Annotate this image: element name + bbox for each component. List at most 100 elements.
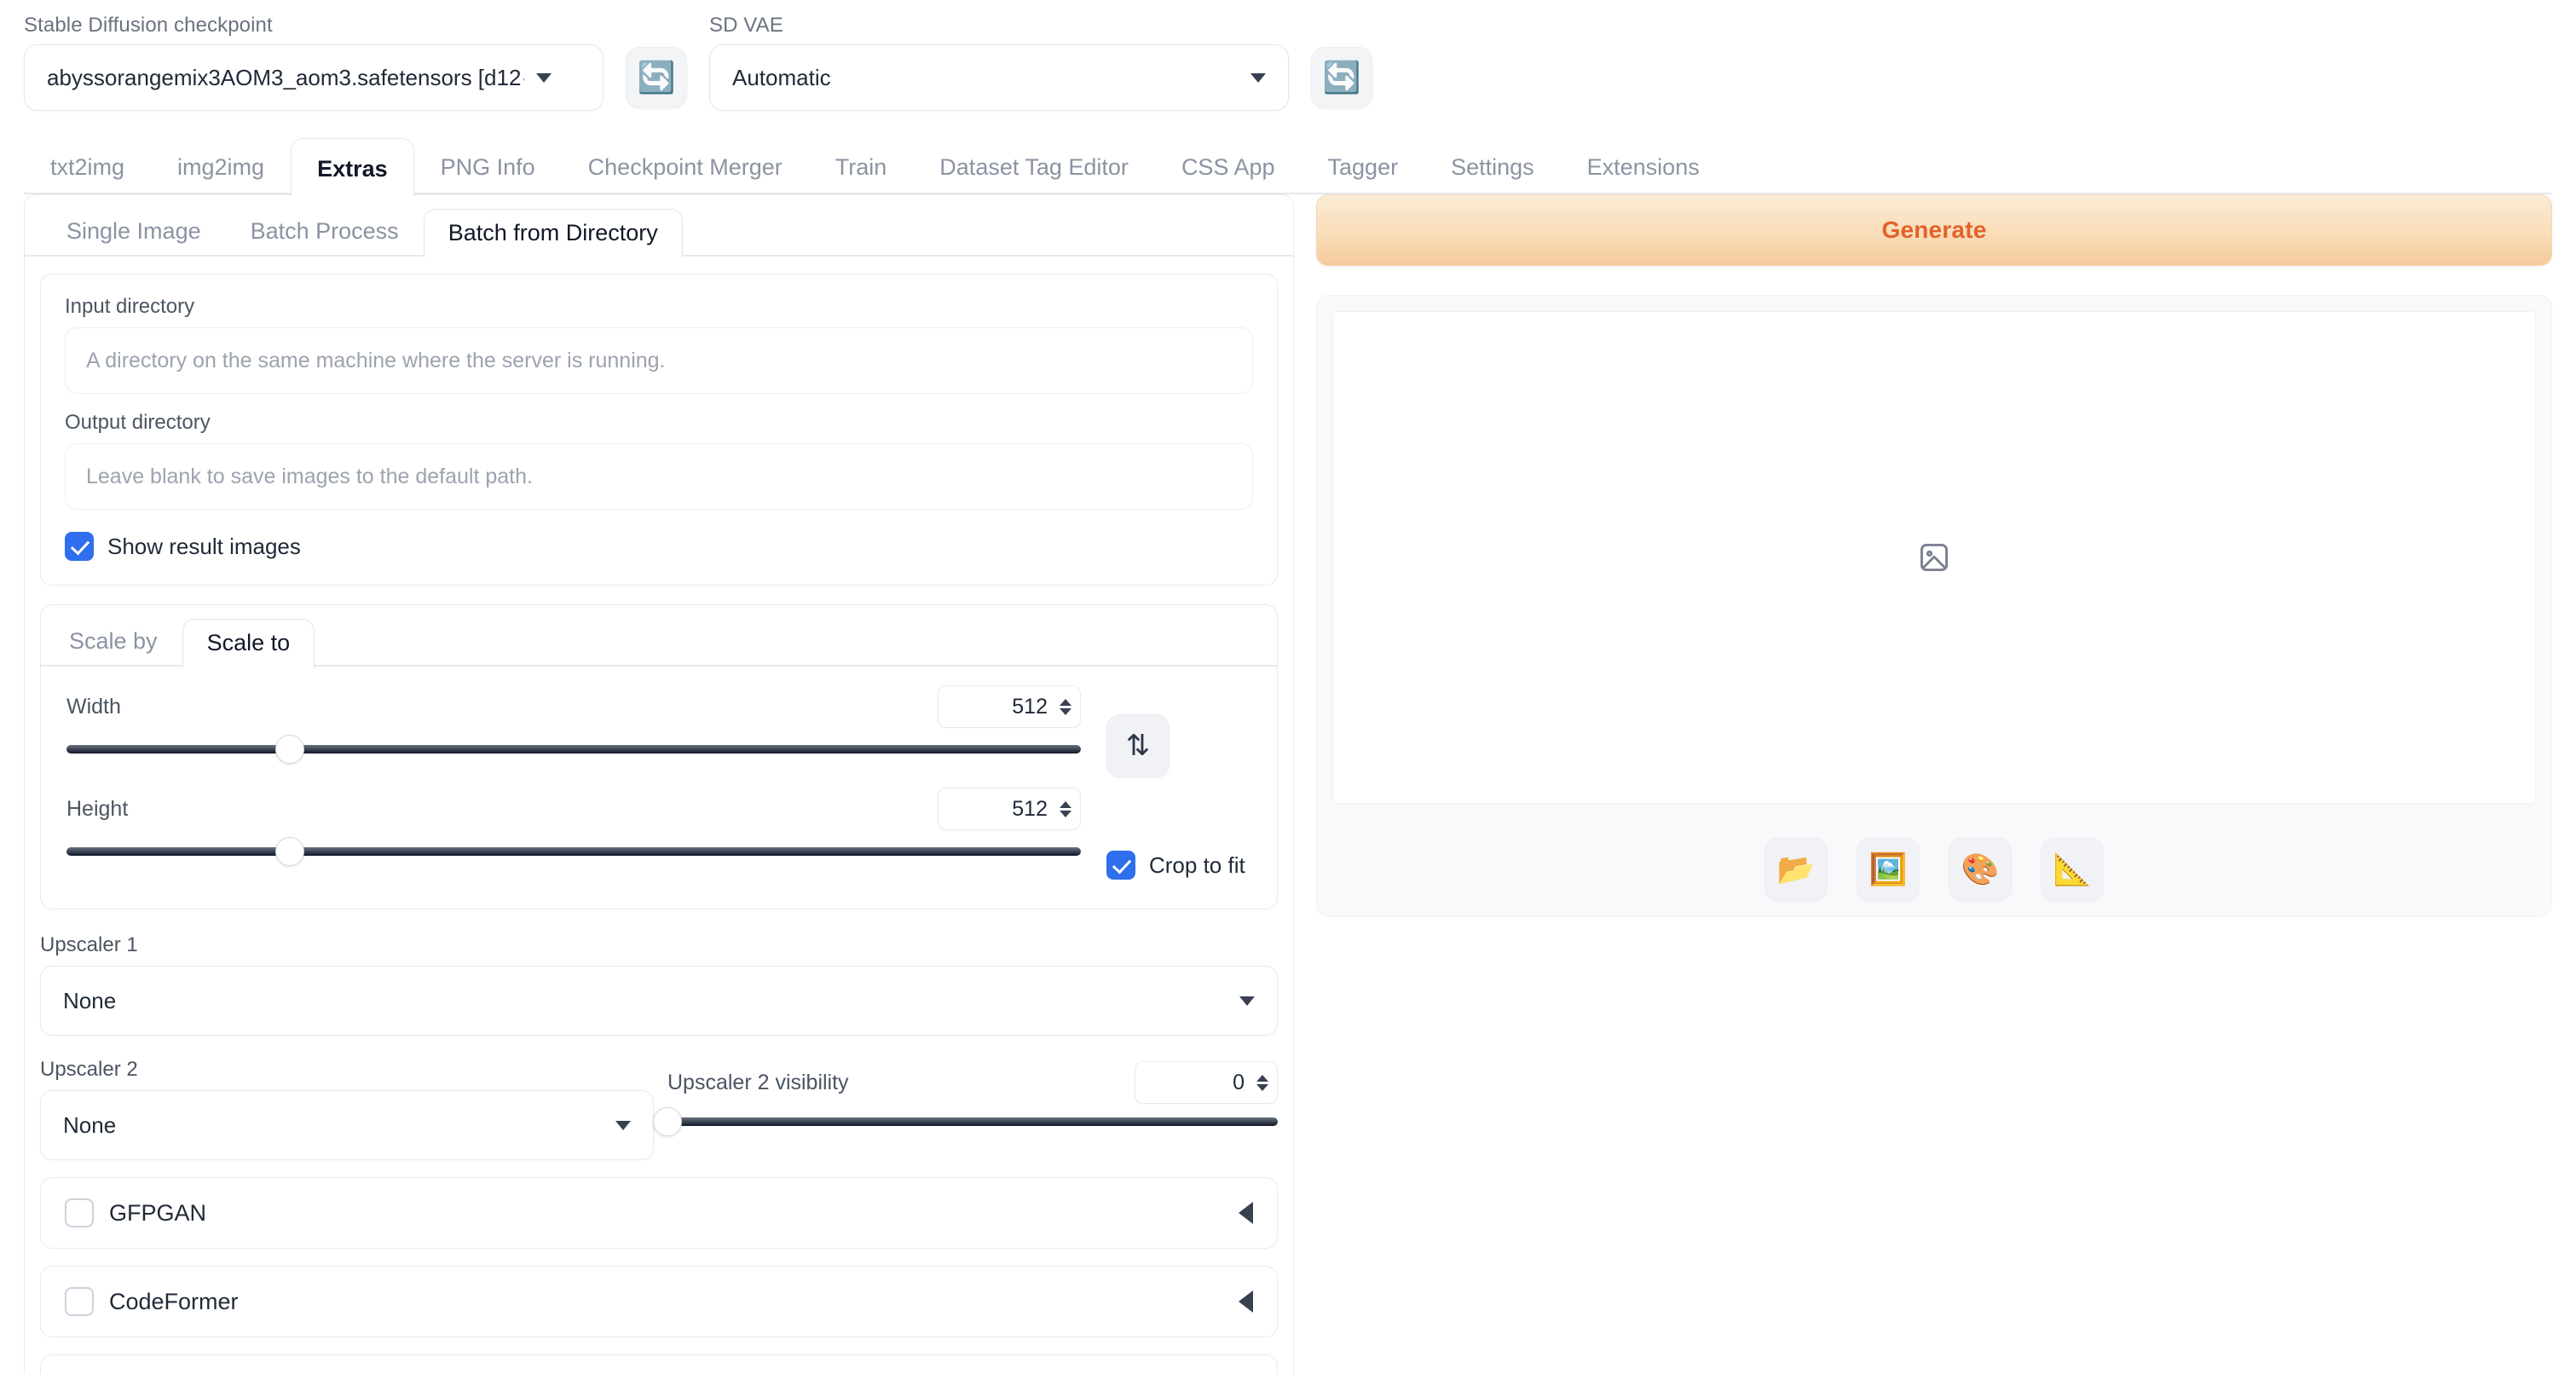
open-folder-icon: 📂 [1776,852,1816,886]
result-action-buttons: 📂 🖼️ 🎨 📐 [1332,804,2536,901]
main-tab-bar: txt2img img2img Extras PNG Info Checkpoi… [0,130,2576,196]
upscaler-2-visibility-slider-handle[interactable] [653,1107,682,1136]
upscaler-2-dropdown[interactable]: None [40,1090,654,1160]
send-to-palette-button[interactable]: 🎨 [1949,838,2012,901]
extras-panel: Single Image Batch Process Batch from Di… [24,194,1294,1374]
result-canvas[interactable] [1332,311,2536,804]
dimension-sliders: Width 512 Height 512 [66,682,1081,866]
open-folder-button[interactable]: 📂 [1765,838,1828,901]
caret-up-icon [1060,800,1071,808]
show-result-images-checkbox[interactable] [65,532,94,561]
height-label: Height [66,796,129,821]
gfpgan-checkbox[interactable] [65,1198,94,1227]
gfpgan-accordion[interactable]: GFPGAN [40,1177,1278,1249]
auto-focal-point-crop-accordion[interactable]: Auto focal point crop Focal point face w… [40,1354,1278,1374]
width-stepper[interactable] [1060,698,1071,715]
checkpoint-dropdown[interactable]: abyssorangemix3AOM3_aom3.safetensors [d1… [24,44,604,111]
refresh-checkpoint-button[interactable]: 🔄 [626,47,687,108]
input-directory-placeholder: A directory on the same machine where th… [86,348,666,372]
output-directory-placeholder: Leave blank to save images to the defaul… [86,464,533,488]
vae-value: Automatic [732,64,831,90]
chevron-left-icon[interactable] [1239,1290,1253,1313]
upscaler-2-visibility-field: Upscaler 2 visibility 0 [653,1059,1278,1136]
subtab-batch-from-directory[interactable]: Batch from Directory [423,208,683,258]
palette-icon: 🎨 [1961,852,2000,886]
upscaler-2-visibility-label: Upscaler 2 visibility [667,1070,849,1094]
tab-txt2img[interactable]: txt2img [24,141,151,194]
crop-to-fit-checkbox[interactable] [1106,851,1135,880]
height-stepper[interactable] [1060,800,1071,817]
caret-up-icon [1060,698,1071,706]
generate-button-label: Generate [1881,216,1987,243]
input-directory-input[interactable]: A directory on the same machine where th… [65,327,1253,394]
width-slider[interactable] [66,735,1081,764]
scale-tab-bar: Scale by Scale to [41,605,1277,668]
width-slider-handle[interactable] [274,735,304,764]
show-result-images-row[interactable]: Show result images [65,532,1253,561]
top-bar: Stable Diffusion checkpoint abyssorangem… [0,0,2576,111]
checkpoint-label: Stable Diffusion checkpoint [24,14,273,37]
result-gallery: 📂 🖼️ 🎨 📐 [1316,295,2552,917]
right-column: Generate 📂 🖼️ 🎨 📐 [1316,194,2552,1374]
tab-train[interactable]: Train [809,141,914,194]
upscaler-2-visibility-row: Upscaler 2 visibility 0 [667,1059,1278,1106]
crop-to-fit-row[interactable]: Crop to fit [1106,851,1251,880]
upscaler-1-dropdown[interactable]: None [40,966,1278,1036]
upscaler-2-visibility-number-input[interactable]: 0 [1135,1061,1278,1104]
chevron-down-icon [1250,72,1266,83]
subtab-single-image[interactable]: Single Image [42,207,226,257]
codeformer-accordion[interactable]: CodeFormer [40,1266,1278,1337]
refresh-icon: 🔄 [1322,60,1361,95]
send-to-extras-button[interactable]: 📐 [2041,838,2104,901]
width-value: 512 [1012,694,1048,719]
crop-to-fit-label: Crop to fit [1149,852,1245,878]
subtab-batch-process[interactable]: Batch Process [226,207,424,257]
subtab-scale-to[interactable]: Scale to [182,618,315,668]
swap-dimensions-button[interactable]: ⇅ [1106,714,1170,777]
tab-css-app[interactable]: CSS App [1155,141,1302,194]
upscaler-2-row: Upscaler 2 None Upscaler 2 visibility 0 [40,1059,1278,1160]
output-directory-label: Output directory [65,411,211,434]
upscaler-2-visibility-slider[interactable] [653,1107,1278,1136]
swap-arrows-icon: ⇅ [1125,730,1151,762]
upscaler-2-value: None [63,1111,117,1138]
tab-tagger[interactable]: Tagger [1302,141,1425,194]
height-number-input[interactable]: 512 [938,788,1081,830]
vae-dropdown[interactable]: Automatic [709,44,1289,111]
triangular-ruler-icon: 📐 [2053,852,2092,886]
tab-png-info[interactable]: PNG Info [414,141,562,194]
tab-img2img[interactable]: img2img [151,141,291,194]
caret-down-icon [1256,1083,1268,1091]
caret-up-icon [1256,1074,1268,1082]
upscaler-2-visibility-stepper[interactable] [1256,1074,1268,1091]
generate-button[interactable]: Generate [1316,194,2552,266]
framed-picture-icon: 🖼️ [1868,852,1908,886]
subtab-scale-by[interactable]: Scale by [44,617,182,667]
app-root: Stable Diffusion checkpoint abyssorangem… [0,0,2576,1374]
width-number-input[interactable]: 512 [938,685,1081,728]
input-directory-label: Input directory [65,295,195,318]
tab-dataset-tag-editor[interactable]: Dataset Tag Editor [913,141,1155,194]
chevron-left-icon[interactable] [1239,1202,1253,1224]
tab-extras[interactable]: Extras [291,137,414,196]
upscaler-2-label: Upscaler 2 [40,1058,138,1081]
height-slider-handle[interactable] [274,837,304,866]
save-image-button[interactable]: 🖼️ [1857,838,1920,901]
refresh-icon: 🔄 [637,60,676,95]
upscaler-1-label: Upscaler 1 [40,933,138,956]
caret-down-icon [1060,707,1071,715]
caret-down-icon [1060,810,1071,817]
codeformer-checkbox[interactable] [65,1287,94,1316]
vae-label: SD VAE [709,14,783,37]
output-directory-input[interactable]: Leave blank to save images to the defaul… [65,443,1253,510]
refresh-vae-button[interactable]: 🔄 [1311,47,1372,108]
tab-checkpoint-merger[interactable]: Checkpoint Merger [562,141,809,194]
upscaler-1-value: None [63,987,117,1013]
height-value: 512 [1012,796,1048,821]
content-area: Single Image Batch Process Batch from Di… [0,194,2576,1374]
height-slider[interactable] [66,837,1081,866]
tab-extensions[interactable]: Extensions [1561,141,1726,194]
tab-settings[interactable]: Settings [1424,141,1561,194]
directories-box: Input directory A directory on the same … [40,274,1278,586]
vae-field: SD VAE Automatic [709,15,1289,111]
